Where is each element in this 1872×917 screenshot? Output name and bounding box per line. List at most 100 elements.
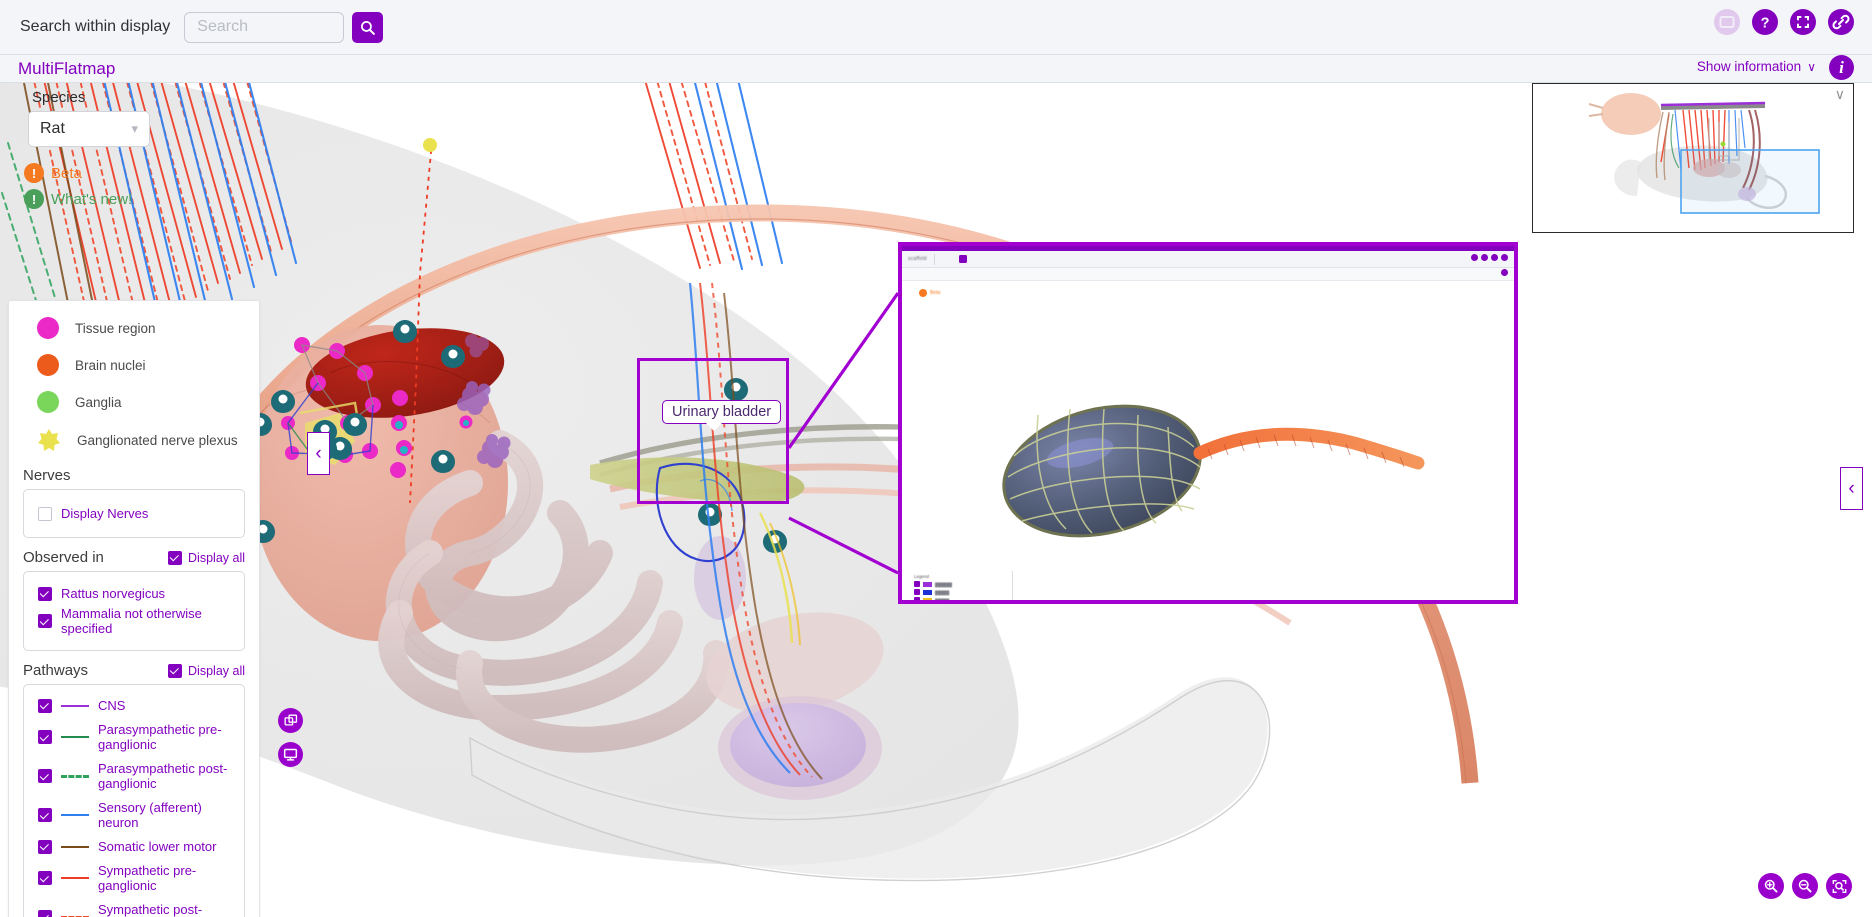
observed-in-item[interactable]: Rattus norvegicus [38,586,232,601]
popup-subbar [902,268,1514,281]
popup-help-icon[interactable] [1481,254,1488,261]
pathway-checkbox[interactable] [38,730,52,744]
popup-legend-swatch [923,597,932,600]
show-information-toggle[interactable]: Show information ∨ [1697,59,1816,74]
popup-legend-swatch [923,589,932,595]
reset-display-button[interactable] [278,742,303,767]
sidebar-collapse-tab-left[interactable]: ‹ [307,432,330,475]
popup-header-icons[interactable] [1471,254,1508,261]
popup-legend-item[interactable]: ██████ [914,581,955,587]
popup-window-icon-2[interactable] [1471,254,1478,261]
pathway-item[interactable]: Parasympathetic post-ganglionic [38,761,232,791]
pathway-checkbox[interactable] [38,808,52,822]
display-nerves-label: Display Nerves [61,506,149,521]
observed-in-display-all[interactable]: Display all [168,550,245,565]
pathway-checkbox[interactable] [38,698,52,713]
pathway-item[interactable]: Sympathetic post-ganglionic [38,902,232,917]
multiflatmap-app: Urinary bladder scaffold Beta Legend ███… [0,0,1872,917]
popup-legend-divider [1012,571,1013,600]
popup-legend-checkbox[interactable] [914,589,920,595]
pathway-label: Sensory (afferent) neuron [98,800,202,830]
fit-to-view-button[interactable] [1826,873,1852,899]
fullscreen-icon[interactable] [1790,9,1816,35]
link-icon[interactable] [1828,9,1854,35]
pathway-label: Somatic lower motor [98,839,217,854]
observed-in-display-all-label: Display all [188,550,245,565]
popup-legend-item[interactable]: █████ [914,597,955,600]
beta-badge[interactable]: ! Beta [24,163,132,183]
layers-button[interactable] [278,708,303,733]
popup-subbar-label [908,271,910,277]
popup-3d-viewport[interactable]: Beta Legend ██████ █████ █████ [902,281,1514,600]
popup-info-icon[interactable] [1501,269,1508,276]
scaffold-popup-window[interactable]: scaffold Beta Legend ██████ █████ █████ [898,242,1518,604]
chevron-down-icon: ▾ [131,121,138,136]
pathway-item[interactable]: Parasympathetic pre-ganglionic [38,722,232,752]
pathways-display-all[interactable]: Display all [168,663,245,678]
fit-to-view-icon [1832,879,1846,893]
nerves-section-header: Nerves [23,467,245,484]
zoom-out-button[interactable] [1792,873,1818,899]
popup-tabbar[interactable]: scaffold [902,251,1514,268]
pathway-item[interactable]: Somatic lower motor [38,839,232,854]
pathways-display-all-checkbox[interactable] [168,663,183,678]
display-nerves-checkbox[interactable] [38,506,52,521]
pathways-box: CNS Parasympathetic pre-ganglionic Paras… [23,684,245,917]
popup-legend-swatch [923,581,932,587]
ganglia-marker-icon [37,391,59,413]
pathway-label: Sympathetic pre-ganglionic [98,863,197,893]
pathway-line-swatch [61,736,89,738]
legend-marker-row: Tissue region [37,317,245,339]
pathway-line-swatch [61,774,89,778]
search-button[interactable] [352,11,384,43]
popup-tab-label[interactable]: scaffold [908,256,927,262]
zoom-in-button[interactable] [1758,873,1784,899]
panel-collapse-tab-right[interactable]: ‹ [1840,467,1863,510]
display-nerves-row[interactable]: Display Nerves [38,506,232,521]
exclamation-icon: ! [24,163,44,183]
popup-legend-label: ██████ [935,581,953,587]
information-icon[interactable]: i [1829,55,1854,80]
popup-fullscreen-icon[interactable] [1491,254,1498,261]
display-monitor-icon [283,748,298,761]
tissue-region-marker-icon [37,317,59,339]
observed-in-item[interactable]: Mammalia not otherwise specified [38,606,232,636]
pathway-item[interactable]: Sensory (afferent) neuron [38,800,232,830]
help-question-icon[interactable]: ? [1752,9,1778,35]
pathway-label: Sympathetic post-ganglionic [98,902,203,917]
popup-legend: Legend ██████ █████ █████ [914,574,955,600]
whats-new-badge-label: What's new! [51,190,133,208]
search-label: Search within display [20,18,171,35]
species-dropdown[interactable]: Rat ▾ [28,111,150,147]
show-information-label: Show information [1696,59,1802,74]
pathway-checkbox[interactable] [38,769,52,783]
observed-in-checkbox[interactable] [38,586,52,601]
search-input[interactable] [184,11,345,43]
pathway-item[interactable]: CNS [38,698,232,713]
popup-legend-checkbox[interactable] [914,597,920,600]
popup-legend-item[interactable]: █████ [914,589,955,595]
pathway-checkbox[interactable] [38,871,52,885]
observed-in-checkbox[interactable] [38,614,52,628]
pathway-line-swatch [61,877,89,879]
minimap-collapse-chevron[interactable]: ∨ [1835,86,1845,103]
zoom-out-icon [1798,879,1812,893]
popup-tab-divider [933,253,935,265]
svg-text:?: ? [1761,16,1770,32]
popup-info-icon-wrap[interactable] [1501,269,1508,276]
pathway-checkbox[interactable] [38,839,52,854]
pathway-item[interactable]: Sympathetic pre-ganglionic [38,863,232,893]
top-search-bar: Search within display ? [0,0,1872,55]
ganglionated-plexus-marker-icon [37,428,61,452]
popup-tab-secondary[interactable] [948,256,953,262]
pathway-label: CNS [98,698,126,713]
minimap-panel[interactable]: ∨ [1532,83,1854,233]
popup-window-icon[interactable] [958,255,967,263]
popup-link-icon[interactable] [1501,254,1508,261]
pathway-checkbox[interactable] [38,910,52,917]
observed-in-display-all-checkbox[interactable] [168,550,183,565]
whats-new-badge[interactable]: ! What's new! [24,189,132,209]
window-icon[interactable] [1714,9,1740,35]
legend-marker-label: Tissue region [75,320,156,336]
popup-legend-checkbox[interactable] [914,581,920,587]
